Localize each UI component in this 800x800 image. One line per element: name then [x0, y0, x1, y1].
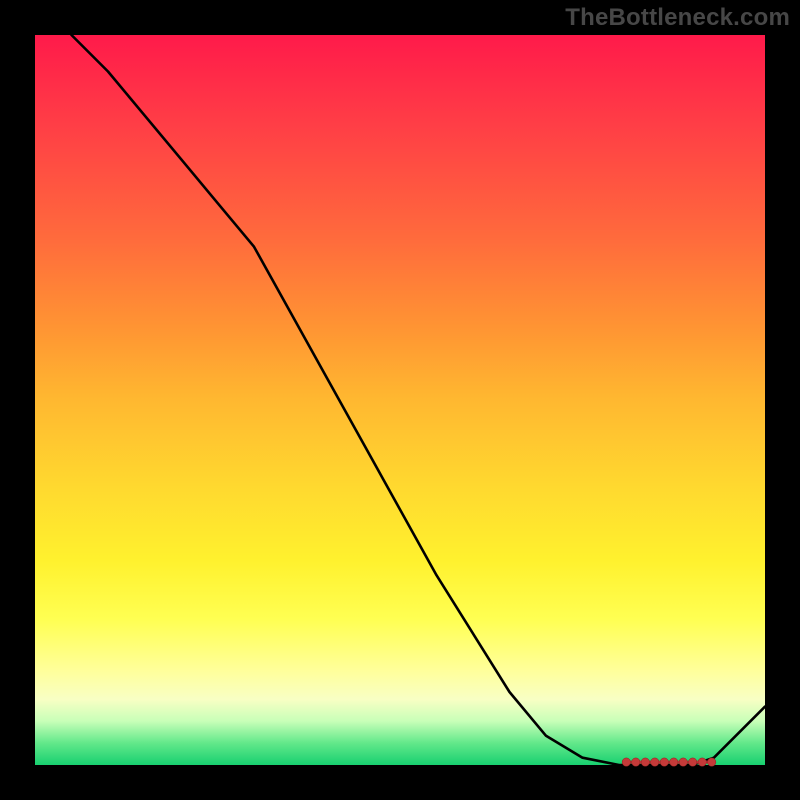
chart-frame: TheBottleneck.com [0, 0, 800, 800]
optimal-marker [641, 758, 649, 766]
bottleneck-curve [72, 35, 766, 765]
optimal-marker [622, 758, 630, 766]
plot-area [35, 35, 765, 765]
optimal-marker [670, 758, 678, 766]
optimal-marker [708, 758, 716, 766]
optimal-marker [679, 758, 687, 766]
chart-svg [35, 35, 765, 765]
optimal-marker [651, 758, 659, 766]
curve-layer [72, 35, 766, 765]
optimal-marker [632, 758, 640, 766]
optimal-marker [689, 758, 697, 766]
watermark-label: TheBottleneck.com [565, 4, 790, 32]
optimal-marker [660, 758, 668, 766]
optimal-marker [698, 758, 706, 766]
